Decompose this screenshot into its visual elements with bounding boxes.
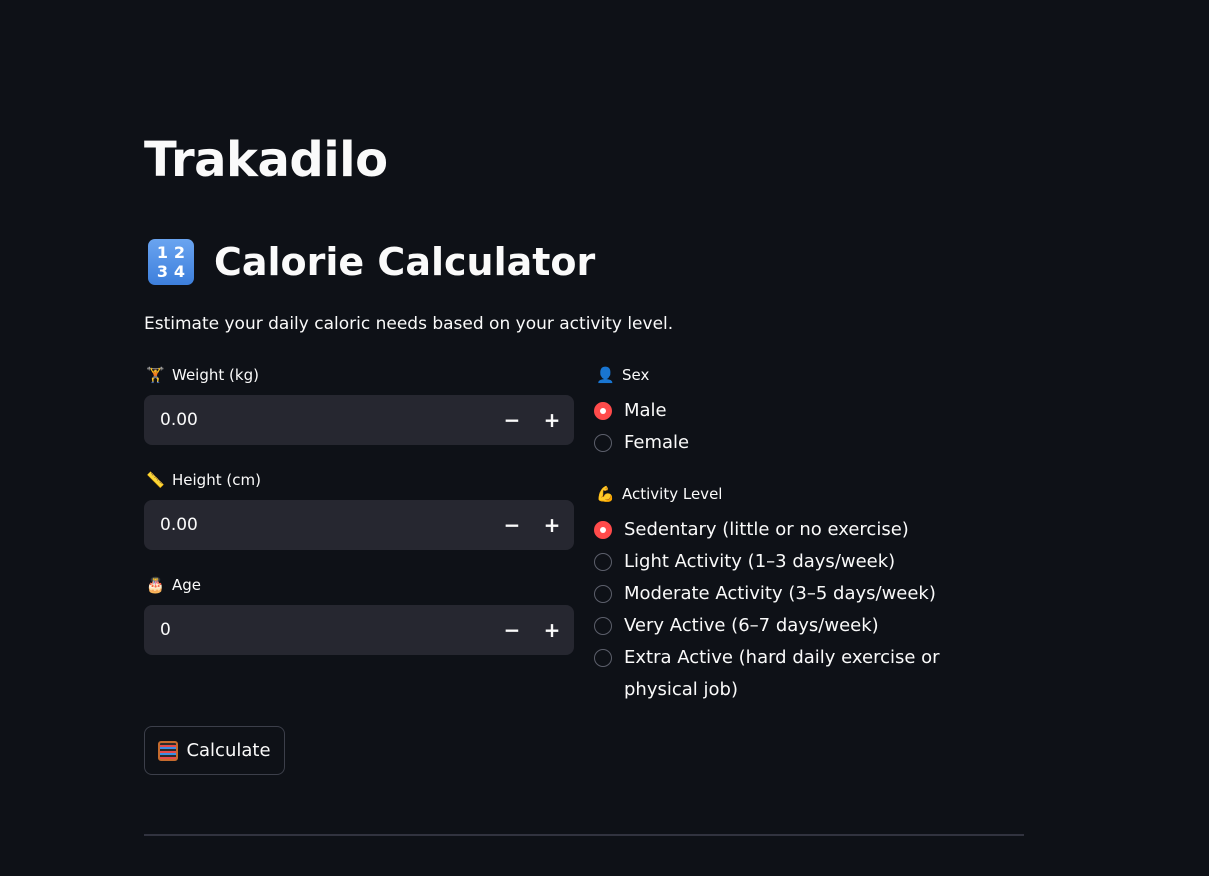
calculate-button-label: Calculate xyxy=(186,740,271,761)
keycap-digit: 4 xyxy=(173,262,186,281)
radio-unchecked-icon[interactable] xyxy=(594,617,612,635)
activity-option-very-active[interactable]: Very Active (6–7 days/week) xyxy=(594,610,994,642)
activity-option-extra-active[interactable]: Extra Active (hard daily exercise or phy… xyxy=(594,642,994,706)
calculate-button[interactable]: Calculate xyxy=(144,726,285,775)
height-increment-button[interactable]: + xyxy=(532,500,572,550)
age-increment-button[interactable]: + xyxy=(532,605,572,655)
weight-label-text: Weight (kg) xyxy=(172,366,259,384)
weight-value[interactable]: 0.00 xyxy=(144,410,492,430)
radio-unchecked-icon[interactable] xyxy=(594,585,612,603)
height-decrement-button[interactable]: − xyxy=(492,500,532,550)
sex-label: 👤 Sex xyxy=(596,364,649,386)
height-input[interactable]: 0.00 − + xyxy=(144,500,574,550)
sex-option-label: Female xyxy=(624,432,690,453)
activity-option-label: Extra Active (hard daily exercise or phy… xyxy=(624,647,940,700)
weight-decrement-button[interactable]: − xyxy=(492,395,532,445)
app-page: Trakadilo 1 2 3 4 Calorie Calculator Est… xyxy=(0,0,1209,876)
weightlifter-icon: 🏋 xyxy=(146,366,165,384)
abacus-icon xyxy=(158,740,179,761)
age-input[interactable]: 0 − + xyxy=(144,605,574,655)
radio-unchecked-icon[interactable] xyxy=(594,434,612,452)
activity-option-label: Sedentary (little or no exercise) xyxy=(624,519,909,540)
age-decrement-button[interactable]: − xyxy=(492,605,532,655)
keycap-1234-icon: 1 2 3 4 xyxy=(148,239,194,285)
ruler-icon: 📏 xyxy=(146,471,165,489)
section-header: 1 2 3 4 Calorie Calculator xyxy=(148,234,595,290)
keycap-digit: 2 xyxy=(173,243,186,262)
weight-input[interactable]: 0.00 − + xyxy=(144,395,574,445)
section-description: Estimate your daily caloric needs based … xyxy=(144,314,674,334)
sex-option-label: Male xyxy=(624,400,667,421)
radio-checked-icon[interactable] xyxy=(594,521,612,539)
divider xyxy=(144,834,1024,836)
keycap-digit: 1 xyxy=(156,243,169,262)
radio-unchecked-icon[interactable] xyxy=(594,553,612,571)
activity-option-sedentary[interactable]: Sedentary (little or no exercise) xyxy=(594,514,994,546)
activity-label: 💪 Activity Level xyxy=(596,483,722,505)
person-silhouette-icon: 👤 xyxy=(596,366,615,384)
section-title: Calorie Calculator xyxy=(214,240,596,284)
flexed-biceps-icon: 💪 xyxy=(596,485,615,503)
age-label: 🎂 Age xyxy=(146,574,201,596)
birthday-cake-icon: 🎂 xyxy=(146,576,165,594)
activity-option-label: Light Activity (1–3 days/week) xyxy=(624,551,896,572)
activity-option-light[interactable]: Light Activity (1–3 days/week) xyxy=(594,546,994,578)
app-title: Trakadilo xyxy=(144,132,388,188)
sex-option-female[interactable]: Female xyxy=(594,427,994,459)
activity-label-text: Activity Level xyxy=(622,485,723,503)
height-label-text: Height (cm) xyxy=(172,471,261,489)
radio-unchecked-icon[interactable] xyxy=(594,649,612,667)
sex-label-text: Sex xyxy=(622,366,650,384)
keycap-digit: 3 xyxy=(156,262,169,281)
height-value[interactable]: 0.00 xyxy=(144,515,492,535)
activity-option-moderate[interactable]: Moderate Activity (3–5 days/week) xyxy=(594,578,994,610)
weight-increment-button[interactable]: + xyxy=(532,395,572,445)
age-value[interactable]: 0 xyxy=(144,620,492,640)
activity-option-label: Very Active (6–7 days/week) xyxy=(624,615,879,636)
radio-checked-icon[interactable] xyxy=(594,402,612,420)
age-label-text: Age xyxy=(172,576,202,594)
weight-label: 🏋 Weight (kg) xyxy=(146,364,259,386)
activity-option-label: Moderate Activity (3–5 days/week) xyxy=(624,583,936,604)
sex-option-male[interactable]: Male xyxy=(594,395,994,427)
height-label: 📏 Height (cm) xyxy=(146,469,261,491)
